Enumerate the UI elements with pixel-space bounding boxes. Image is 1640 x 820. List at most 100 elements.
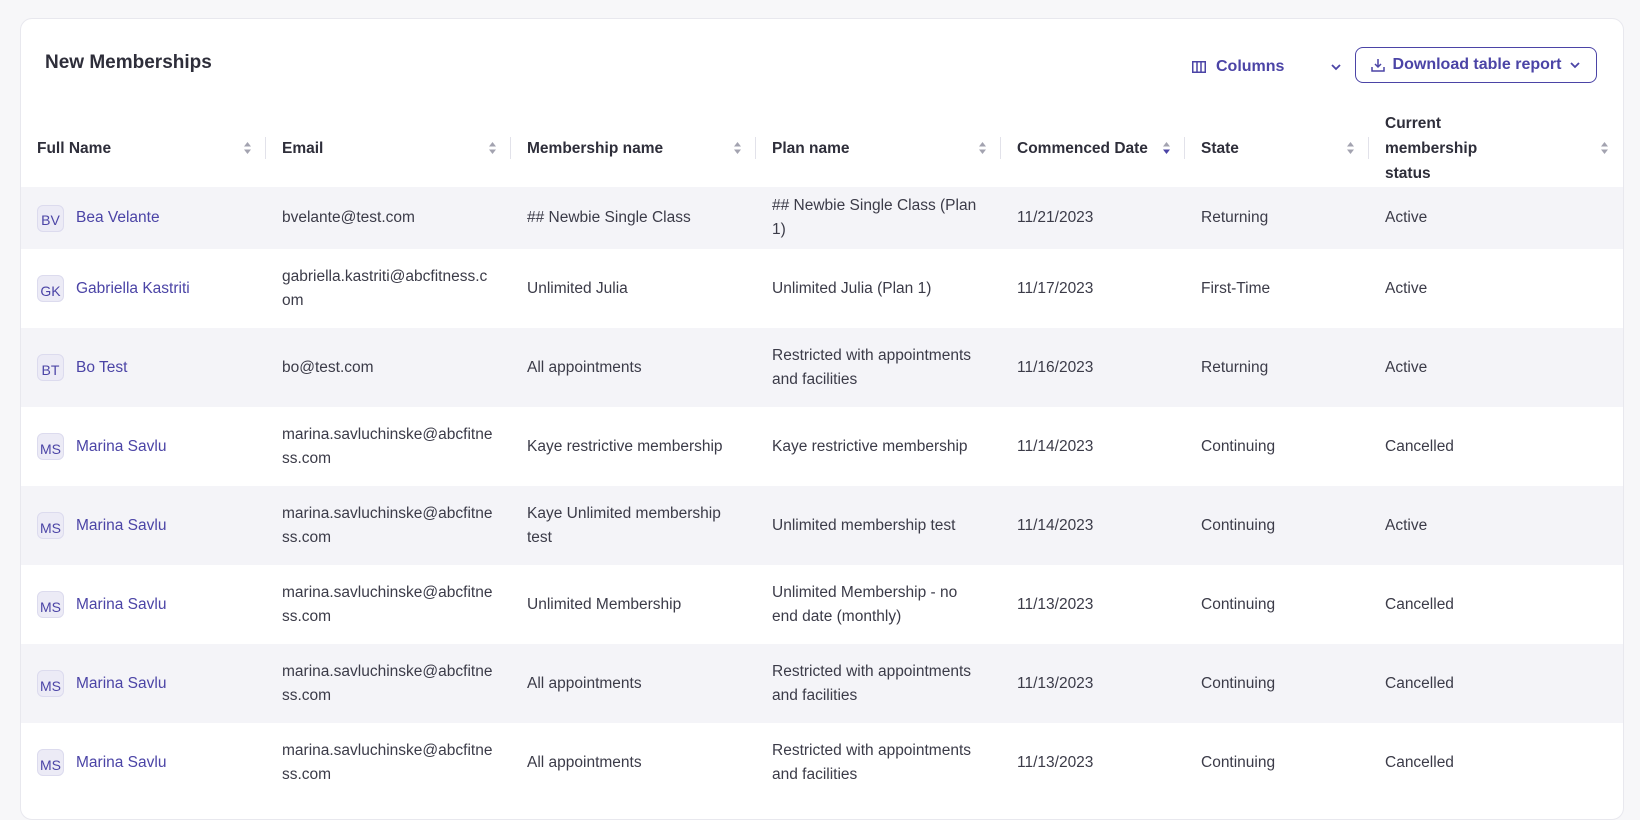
cell-commenced-date: 11/13/2023: [1017, 595, 1094, 613]
sort-icon[interactable]: [978, 141, 987, 155]
cell-plan-name: Restricted with appointments and facilit…: [772, 741, 972, 783]
cell-state: Continuing: [1201, 516, 1276, 534]
table-row[interactable]: MS Marina Savlu marina.savluchinske@abcfit…: [21, 486, 1623, 565]
sort-icon[interactable]: [243, 141, 252, 155]
avatar: MS: [37, 591, 64, 618]
cell-commenced-date: 11/13/2023: [1017, 753, 1094, 771]
cell-full-name: MS Marina Savlu: [21, 407, 266, 486]
avatar: MS: [37, 512, 64, 539]
column-header-membership-name[interactable]: Membership name: [511, 109, 756, 187]
cell-full-name: MS Marina Savlu: [21, 644, 266, 723]
member-name-cell: MS Marina Savlu: [37, 433, 250, 460]
chevron-down-icon: [1330, 63, 1342, 71]
columns-label: Columns: [1216, 58, 1285, 75]
table-row[interactable]: MS Marina Savlu marina.savluchinske@abcfit…: [21, 565, 1623, 644]
cell-membership-status: Cancelled: [1385, 437, 1454, 455]
cell-membership-name: All appointments: [527, 674, 642, 692]
column-header-full-name[interactable]: Full Name: [21, 109, 266, 187]
member-name-link[interactable]: Marina Savlu: [76, 751, 166, 775]
download-icon: [1370, 58, 1385, 72]
member-name-cell: MS Marina Savlu: [37, 512, 250, 539]
cell-membership-status: Active: [1385, 209, 1428, 226]
avatar: BT: [37, 354, 64, 381]
avatar: BV: [37, 204, 64, 232]
table-row[interactable]: MS Marina Savlu marina.savluchinske@abcfit…: [21, 407, 1623, 486]
cell-full-name: MS Marina Savlu: [21, 723, 266, 802]
cell-email: bvelante@test.com: [282, 209, 415, 226]
card-header: New Memberships Columns Download table r…: [21, 19, 1623, 109]
member-name-link[interactable]: Bea Velante: [76, 206, 160, 230]
cell-membership-name: Kaye Unlimited membership test: [527, 504, 721, 546]
column-header-label: Full Name: [37, 139, 112, 157]
cell-state: Continuing: [1201, 595, 1276, 613]
cell-plan-name: Kaye restrictive membership: [772, 437, 968, 455]
cell-plan-name: Restricted with appointments and facilit…: [772, 346, 972, 388]
member-name-link[interactable]: Marina Savlu: [76, 435, 166, 459]
sort-icon[interactable]: [488, 141, 497, 155]
sort-icon[interactable]: [1346, 141, 1355, 155]
sort-icon[interactable]: [1162, 141, 1171, 155]
cell-membership-name: ## Newbie Single Class: [527, 209, 691, 226]
member-name-link[interactable]: Marina Savlu: [76, 514, 166, 538]
table-body: BV Bea Velante bvelante@test.com ## Newbie …: [21, 187, 1623, 802]
member-name-link[interactable]: Marina Savlu: [76, 672, 166, 696]
table-header: Full Name Email Membership name Plan name Co…: [21, 109, 1623, 187]
cell-email: marina.savluchinske@abcfitness.com: [282, 583, 493, 625]
avatar: MS: [37, 433, 64, 460]
cell-email: gabriella.kastriti@abcfitness.com: [282, 267, 488, 309]
column-header-label: Membership name: [527, 139, 664, 157]
columns-button[interactable]: Columns: [1192, 49, 1342, 85]
cell-membership-name: Unlimited Membership: [527, 595, 682, 613]
cell-plan-name: ## Newbie Single Class (Plan 1): [772, 197, 977, 238]
column-header-membership-status[interactable]: Current membership status: [1369, 109, 1623, 187]
cell-plan-name: Unlimited Julia (Plan 1): [772, 279, 932, 297]
cell-membership-status: Cancelled: [1385, 753, 1454, 771]
cell-membership-status: Active: [1385, 279, 1428, 297]
cell-commenced-date: 11/14/2023: [1017, 437, 1094, 455]
member-name-link[interactable]: Marina Savlu: [76, 593, 166, 617]
sort-icon[interactable]: [733, 141, 742, 155]
member-name-link[interactable]: Gabriella Kastriti: [76, 277, 190, 301]
sort-icon[interactable]: [1600, 141, 1609, 155]
member-name-link[interactable]: Bo Test: [76, 356, 127, 380]
column-header-label: Plan name: [772, 139, 850, 157]
download-label: Download table report: [1392, 56, 1562, 73]
cell-commenced-date: 11/16/2023: [1017, 358, 1094, 376]
table-row[interactable]: BV Bea Velante bvelante@test.com ## Newbie …: [21, 187, 1623, 249]
table-row[interactable]: GK Gabriella Kastriti gabriella.kastriti@a…: [21, 249, 1623, 328]
table-row[interactable]: BT Bo Test bo@test.com All appointments Rest…: [21, 328, 1623, 407]
member-name-cell: BT Bo Test: [37, 354, 250, 381]
cell-email: marina.savluchinske@abcfitness.com: [282, 662, 493, 704]
column-header-label: Current membership status: [1385, 114, 1478, 182]
avatar: MS: [37, 670, 64, 697]
column-header-email[interactable]: Email: [266, 109, 511, 187]
member-name-cell: MS Marina Savlu: [37, 749, 250, 776]
column-header-commenced-date[interactable]: Commenced Date: [1001, 109, 1185, 187]
cell-commenced-date: 11/17/2023: [1017, 279, 1094, 297]
table-row[interactable]: MS Marina Savlu marina.savluchinske@abcfit…: [21, 723, 1623, 802]
cell-membership-name: Kaye restrictive membership: [527, 437, 723, 455]
cell-state: Continuing: [1201, 753, 1276, 771]
cell-membership-status: Active: [1385, 358, 1428, 376]
cell-email: marina.savluchinske@abcfitness.com: [282, 741, 493, 783]
new-memberships-card: New Memberships Columns Download table r…: [20, 18, 1624, 820]
column-header-label: Commenced Date: [1017, 139, 1148, 157]
cell-membership-name: All appointments: [527, 358, 642, 376]
table-row[interactable]: MS Marina Savlu marina.savluchinske@abcfit…: [21, 644, 1623, 723]
cell-full-name: BT Bo Test: [21, 328, 266, 407]
column-header-plan-name[interactable]: Plan name: [756, 109, 1001, 187]
cell-email: marina.savluchinske@abcfitness.com: [282, 504, 493, 546]
avatar: GK: [37, 275, 64, 302]
download-report-button[interactable]: Download table report: [1355, 47, 1597, 83]
cell-state: Continuing: [1201, 437, 1276, 455]
member-name-cell: GK Gabriella Kastriti: [37, 275, 250, 302]
cell-membership-status: Cancelled: [1385, 595, 1454, 613]
cell-membership-name: All appointments: [527, 753, 642, 771]
cell-full-name: GK Gabriella Kastriti: [21, 249, 266, 328]
page-title: New Memberships: [45, 52, 212, 73]
cell-commenced-date: 11/13/2023: [1017, 674, 1094, 692]
cell-state: First-Time: [1201, 279, 1271, 297]
chevron-down-icon: [1569, 61, 1581, 69]
column-header-state[interactable]: State: [1185, 109, 1369, 187]
columns-icon: [1192, 61, 1206, 73]
